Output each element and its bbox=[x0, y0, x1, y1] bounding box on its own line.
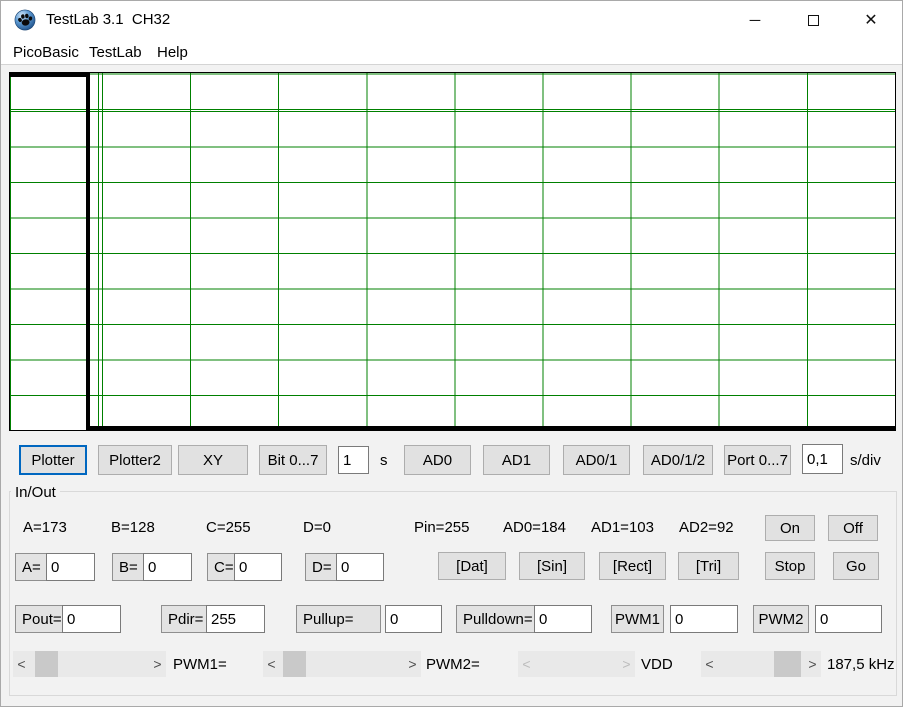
signal-trace-edge bbox=[86, 73, 90, 430]
a-field-label: A= bbox=[15, 553, 47, 581]
readout-pin: Pin=255 bbox=[414, 519, 469, 536]
time-unit-label: s bbox=[380, 452, 388, 469]
stop-button[interactable]: Stop bbox=[765, 552, 815, 580]
pwm1-scrollbar-thumb[interactable] bbox=[35, 651, 58, 677]
pullup-input[interactable] bbox=[385, 605, 442, 633]
plotter2-button[interactable]: Plotter2 bbox=[98, 445, 172, 475]
scroll-left-icon[interactable]: < bbox=[13, 651, 30, 677]
scroll-right-icon: > bbox=[618, 651, 635, 677]
pdir-input[interactable] bbox=[206, 605, 265, 633]
minimize-button[interactable]: ─ bbox=[726, 1, 784, 39]
maximize-button[interactable] bbox=[784, 1, 842, 39]
b-input[interactable] bbox=[143, 553, 192, 581]
time-input[interactable] bbox=[338, 446, 369, 474]
close-icon: ✕ bbox=[864, 10, 877, 30]
signal-trace-high bbox=[10, 73, 90, 77]
off-button[interactable]: Off bbox=[828, 515, 878, 541]
bit0-7-button[interactable]: Bit 0...7 bbox=[259, 445, 327, 475]
frequency-scrollbar[interactable]: < > bbox=[701, 651, 821, 677]
sin-button[interactable]: [Sin] bbox=[519, 552, 585, 580]
pwm2-field-label: PWM2 bbox=[753, 605, 809, 633]
c-field-label: C= bbox=[207, 553, 235, 581]
scroll-right-icon[interactable]: > bbox=[804, 651, 821, 677]
app-window: TestLab 3.1 CH32 ─ ✕ PicoBasic TestLab H… bbox=[0, 0, 903, 707]
pwm1-input[interactable] bbox=[670, 605, 738, 633]
readout-ad2: AD2=92 bbox=[679, 519, 734, 536]
readout-ad0: AD0=184 bbox=[503, 519, 566, 536]
on-button[interactable]: On bbox=[765, 515, 815, 541]
pwm2-scrollbar[interactable]: < > bbox=[263, 651, 421, 677]
d-input[interactable] bbox=[336, 553, 384, 581]
ad0-1-button[interactable]: AD0/1 bbox=[563, 445, 630, 475]
a-input[interactable] bbox=[46, 553, 95, 581]
sdiv-unit-label: s/div bbox=[850, 452, 881, 469]
d-field-label: D= bbox=[305, 553, 337, 581]
frequency-scrollbar-thumb[interactable] bbox=[774, 651, 801, 677]
rect-button[interactable]: [Rect] bbox=[599, 552, 666, 580]
c-input[interactable] bbox=[234, 553, 282, 581]
signal-trace-low bbox=[86, 426, 895, 430]
pout-field-label: Pout= bbox=[15, 605, 63, 633]
plotter-button[interactable]: Plotter bbox=[19, 445, 87, 475]
pwm1-field-label: PWM1 bbox=[611, 605, 664, 633]
frequency-label: 187,5 kHz bbox=[827, 656, 895, 673]
b-field-label: B= bbox=[112, 553, 144, 581]
pulldown-input[interactable] bbox=[534, 605, 592, 633]
pwm2-scrollbar-thumb[interactable] bbox=[283, 651, 306, 677]
pwm1-eq-label: PWM1= bbox=[173, 656, 227, 673]
ad0-button[interactable]: AD0 bbox=[404, 445, 471, 475]
sdiv-input[interactable] bbox=[802, 444, 843, 474]
menu-testlab[interactable]: TestLab bbox=[87, 42, 144, 63]
readout-b: B=128 bbox=[111, 519, 155, 536]
menu-help[interactable]: Help bbox=[155, 42, 190, 63]
pulldown-field-label: Pulldown= bbox=[456, 605, 535, 633]
pwm1-scrollbar[interactable]: < > bbox=[13, 651, 166, 677]
pwm2-eq-label: PWM2= bbox=[426, 656, 480, 673]
readout-ad1: AD1=103 bbox=[591, 519, 654, 536]
xy-button[interactable]: XY bbox=[178, 445, 248, 475]
pout-input[interactable] bbox=[62, 605, 121, 633]
minimize-icon: ─ bbox=[750, 12, 761, 29]
pullup-field-label: Pullup= bbox=[296, 605, 381, 633]
vdd-scrollbar[interactable]: < > bbox=[518, 651, 635, 677]
title-bar: TestLab 3.1 CH32 ─ ✕ bbox=[1, 1, 902, 39]
paw-app-icon bbox=[14, 9, 36, 31]
pdir-field-label: Pdir= bbox=[161, 605, 207, 633]
window-title: TestLab 3.1 CH32 bbox=[46, 11, 170, 28]
scroll-right-icon[interactable]: > bbox=[149, 651, 166, 677]
scroll-right-icon[interactable]: > bbox=[404, 651, 421, 677]
readout-d: D=0 bbox=[303, 519, 331, 536]
maximize-icon bbox=[808, 15, 819, 26]
ad1-button[interactable]: AD1 bbox=[483, 445, 550, 475]
close-button[interactable]: ✕ bbox=[842, 1, 900, 39]
readout-c: C=255 bbox=[206, 519, 251, 536]
scroll-left-icon: < bbox=[518, 651, 535, 677]
inout-groupbox-title: In/Out bbox=[11, 484, 60, 501]
readout-a: A=173 bbox=[23, 519, 67, 536]
port0-7-button[interactable]: Port 0...7 bbox=[724, 445, 791, 475]
vdd-label: VDD bbox=[641, 656, 673, 673]
plot-grid bbox=[10, 73, 895, 430]
menu-picobasic[interactable]: PicoBasic bbox=[11, 42, 81, 63]
pwm2-input[interactable] bbox=[815, 605, 882, 633]
dat-button[interactable]: [Dat] bbox=[438, 552, 506, 580]
plotter-display bbox=[9, 72, 896, 431]
go-button[interactable]: Go bbox=[833, 552, 879, 580]
ad0-1-2-button[interactable]: AD0/1/2 bbox=[643, 445, 713, 475]
menu-bar: PicoBasic TestLab Help bbox=[1, 39, 902, 65]
tri-button[interactable]: [Tri] bbox=[678, 552, 739, 580]
scroll-left-icon[interactable]: < bbox=[263, 651, 280, 677]
scroll-left-icon[interactable]: < bbox=[701, 651, 718, 677]
